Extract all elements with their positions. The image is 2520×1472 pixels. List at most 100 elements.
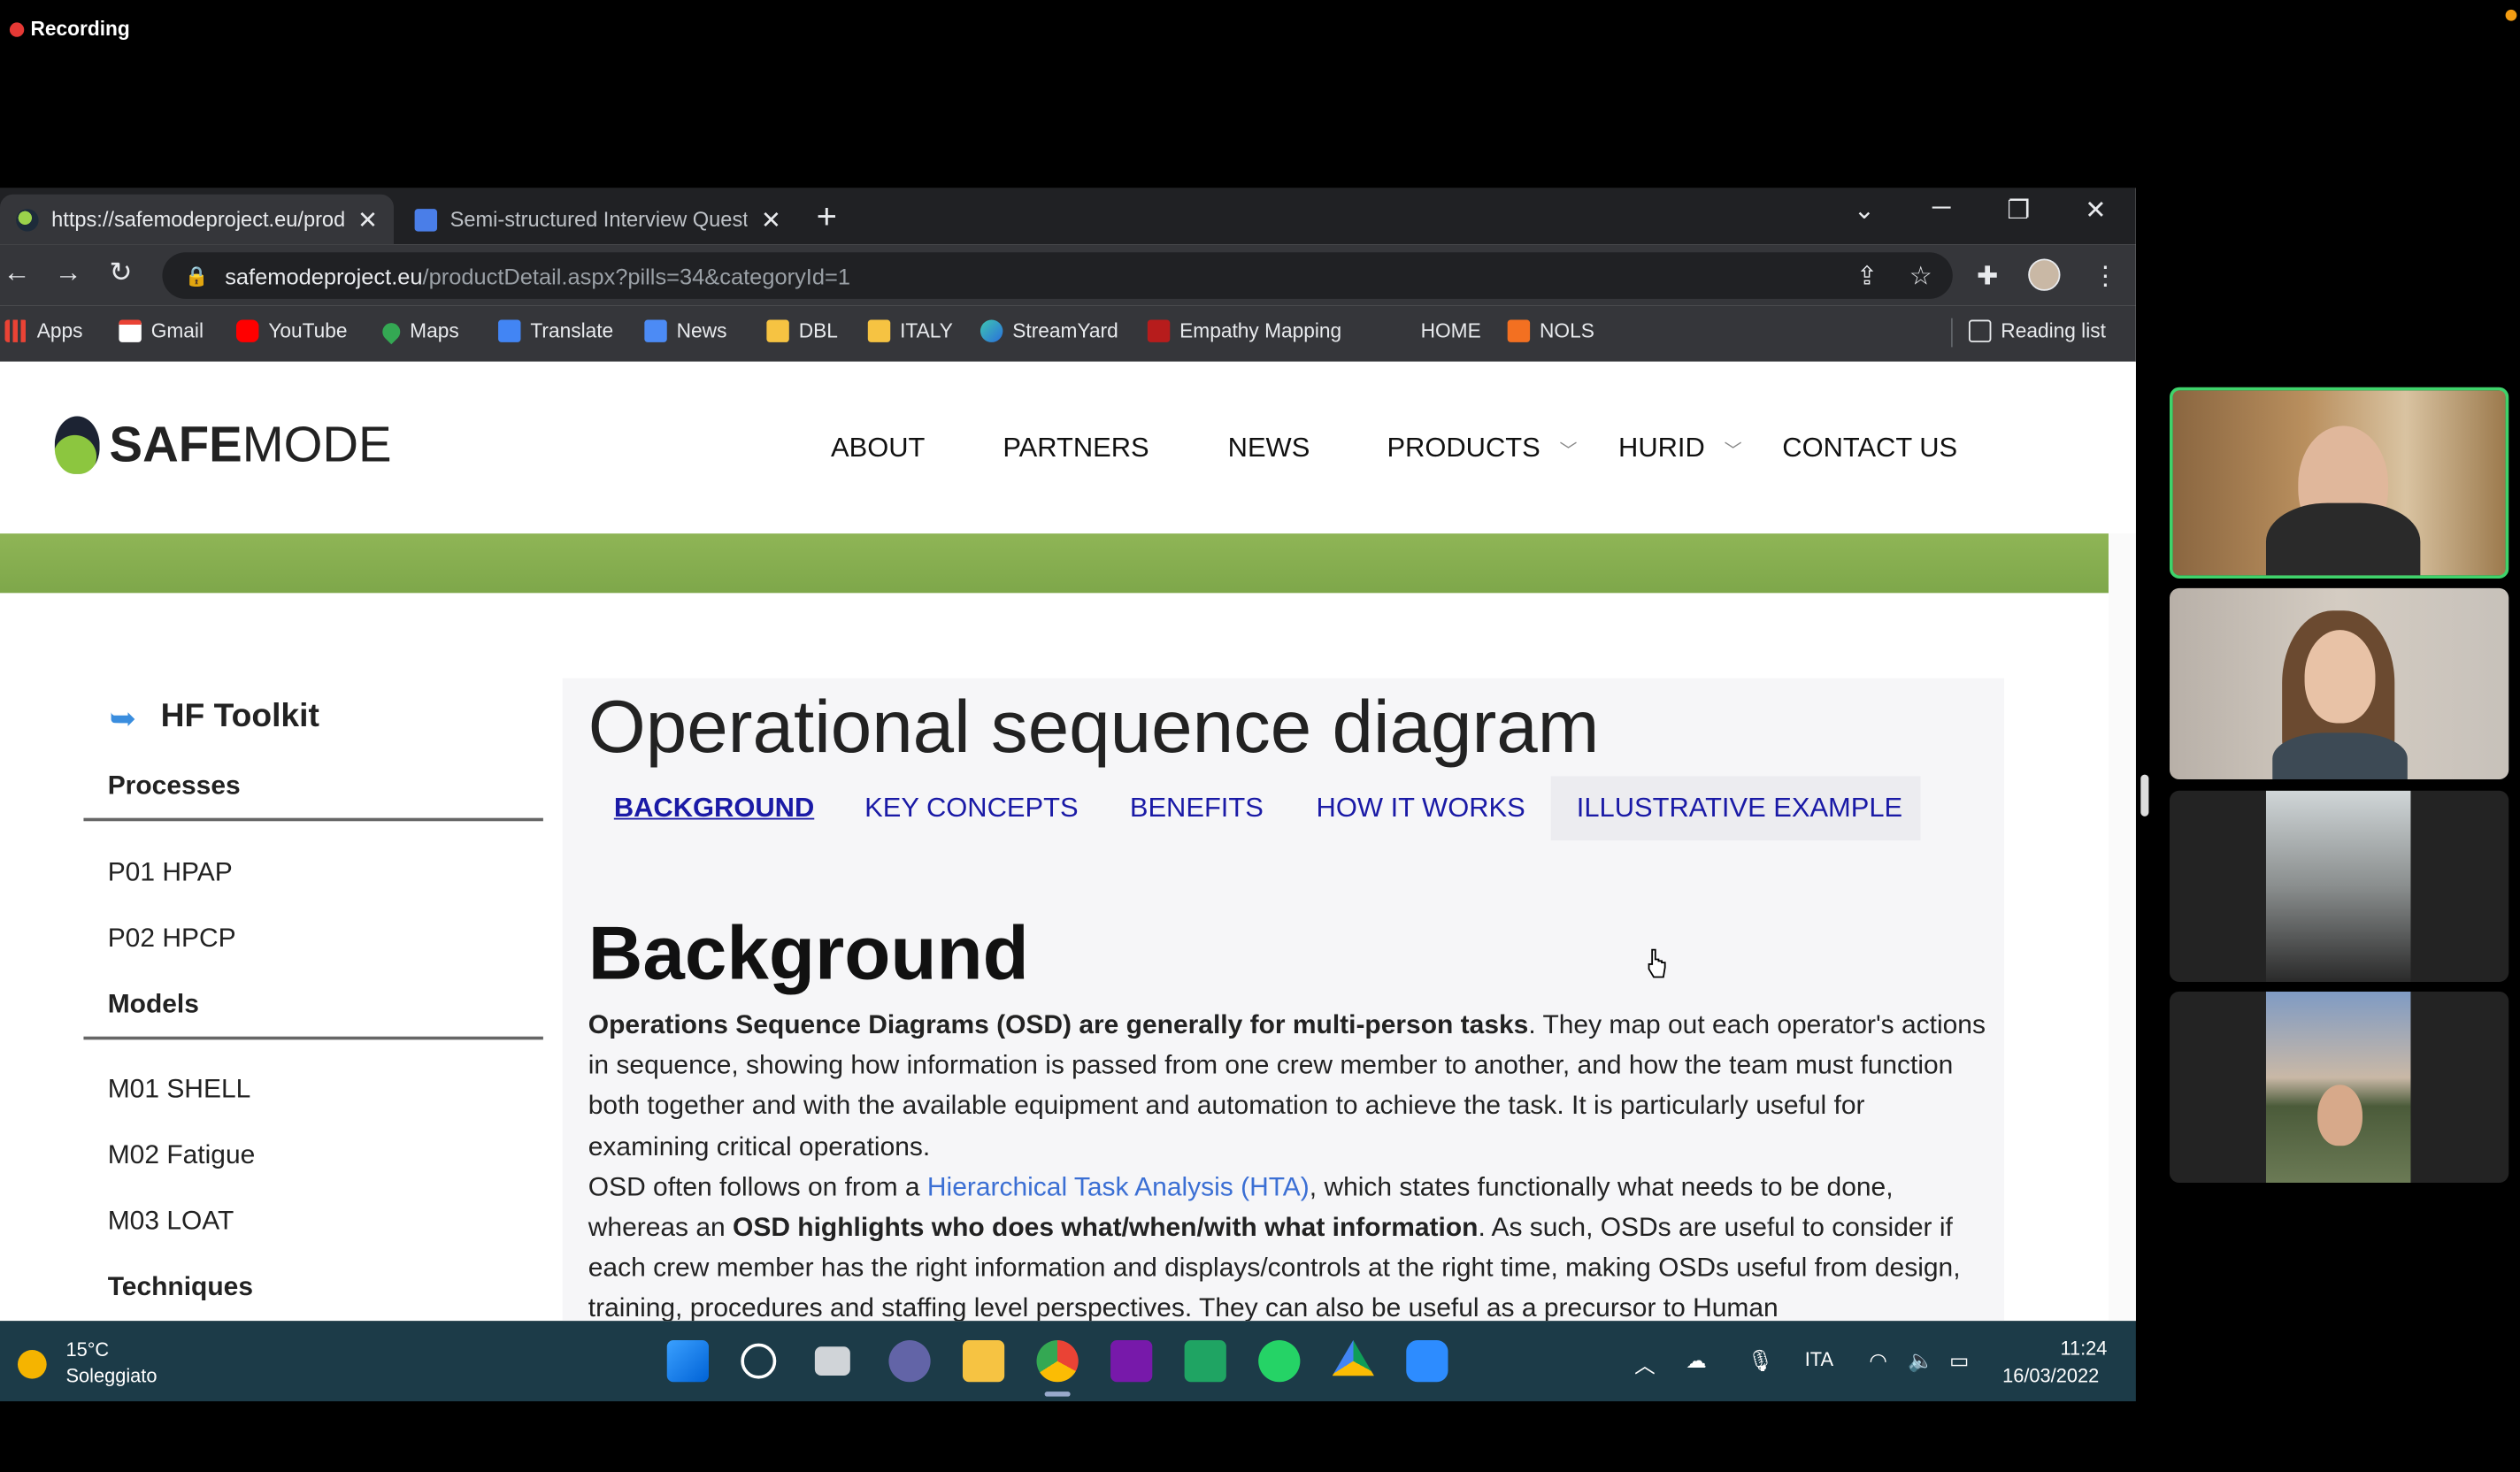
windows-taskbar: 15°C Soleggiato ︿ ☁ 🎙 ITA ◠ 🔈 ▭ 11:24 16… xyxy=(0,1321,2136,1402)
forward-icon[interactable]: → xyxy=(55,257,82,289)
safemode-logo[interactable]: SAFEMODE xyxy=(54,416,392,474)
back-arrow-icon[interactable]: ➥ xyxy=(110,699,136,739)
address-bar[interactable]: 🔒 safemodeproject.eu /productDetail.aspx… xyxy=(162,252,1953,299)
recording-indicator: Recording xyxy=(9,17,130,41)
sidebar-section-models[interactable]: Models xyxy=(108,990,199,1021)
menu-hurid[interactable]: HURID ﹀ xyxy=(1618,433,1742,464)
onedrive-icon[interactable]: ☁ xyxy=(1686,1348,1707,1374)
sidebar-item-p02-hpcp[interactable]: P02 HPCP xyxy=(108,924,236,955)
tab-key-concepts[interactable]: KEY CONCEPTS xyxy=(864,793,1078,824)
minimize-icon[interactable]: ─ xyxy=(1909,195,1974,224)
weather-temperature[interactable]: 15°C xyxy=(65,1338,109,1361)
bookmark-streamyard[interactable]: StreamYard xyxy=(980,319,1118,342)
bookmark-nols[interactable]: NOLS xyxy=(1507,319,1594,342)
p1-bold: Operations Sequence Diagrams (OSD) are g… xyxy=(588,1010,1529,1040)
sidebar-item-m01-shell[interactable]: M01 SHELL xyxy=(108,1075,251,1106)
web-page: SAFEMODE ABOUT PARTNERS NEWS PRODUCTS ﹀ H… xyxy=(0,361,2136,1322)
restore-icon[interactable]: ❐ xyxy=(1986,195,2051,226)
chevron-up-icon[interactable]: ︿ xyxy=(1634,1348,1656,1379)
clock-time[interactable]: 11:24 xyxy=(2060,1337,2107,1359)
extensions-icon[interactable]: ✚ xyxy=(1977,260,1998,292)
menu-contact-us[interactable]: CONTACT US xyxy=(1782,433,1957,464)
youtube-icon xyxy=(235,319,259,342)
teams-chat-icon[interactable] xyxy=(888,1340,931,1383)
participant-camera-feed xyxy=(2265,790,2411,982)
tab-benefits[interactable]: BENEFITS xyxy=(1130,793,1264,824)
windows-start-icon[interactable] xyxy=(666,1340,709,1383)
sun-icon[interactable] xyxy=(17,1349,47,1379)
bookmark-youtube[interactable]: YouTube xyxy=(235,319,348,342)
language-indicator[interactable]: ITA xyxy=(1805,1348,1833,1370)
menu-kebab-icon[interactable]: ⋮ xyxy=(2093,260,2118,292)
chevron-down-icon: ﹀ xyxy=(1724,441,1742,462)
profile-avatar[interactable] xyxy=(2028,258,2061,291)
sidebar-section-techniques[interactable]: Techniques xyxy=(108,1273,253,1304)
bookmark-gmail[interactable]: Gmail xyxy=(119,319,204,342)
page-title: Operational sequence diagram xyxy=(588,684,1600,769)
page-scrollbar[interactable] xyxy=(2108,533,2136,1322)
sidebar-item-m03-loat[interactable]: M03 LOAT xyxy=(108,1207,234,1238)
bookmark-news[interactable]: News xyxy=(644,319,726,342)
bookmark-dbl[interactable]: DBL xyxy=(766,319,838,342)
bookmark-translate[interactable]: Translate xyxy=(498,319,613,342)
share-icon[interactable]: ⇪ xyxy=(1856,260,1878,292)
notification-dot-icon xyxy=(2505,9,2517,21)
reading-list-button[interactable]: Reading list xyxy=(1968,319,2106,342)
tab-search-icon[interactable]: ⌄ xyxy=(1832,195,1897,226)
microphone-icon[interactable]: 🎙 xyxy=(1747,1348,1773,1374)
sidebar-item-p01-hpap[interactable]: P01 HPAP xyxy=(108,858,233,889)
participant-video-4[interactable] xyxy=(2170,991,2509,1184)
tab-safemode[interactable]: https://safemodeproject.eu/prod ✕ xyxy=(0,194,394,245)
back-icon[interactable]: ← xyxy=(4,257,31,289)
tab-illustrative-example[interactable]: ILLUSTRATIVE EXAMPLE xyxy=(1577,793,1902,824)
participant-video-3[interactable] xyxy=(2170,790,2509,982)
participant-body xyxy=(2265,502,2421,576)
panel-resize-handle[interactable] xyxy=(2140,774,2149,816)
recording-label: Recording xyxy=(30,17,130,41)
file-explorer-icon[interactable] xyxy=(962,1340,1005,1383)
url-path: /productDetail.aspx?pills=34&categoryId=… xyxy=(422,263,850,289)
tab-strip: https://safemodeproject.eu/prod ✕ Semi-s… xyxy=(0,188,2136,245)
close-window-icon[interactable]: ✕ xyxy=(2063,195,2128,226)
menu-about[interactable]: ABOUT xyxy=(831,433,925,464)
task-view-icon[interactable] xyxy=(814,1346,850,1376)
bookmark-apps[interactable]: Apps xyxy=(4,319,83,342)
hta-link[interactable]: Hierarchical Task Analysis (HTA) xyxy=(927,1173,1310,1202)
whatsapp-icon[interactable] xyxy=(1258,1340,1301,1383)
participant-body xyxy=(2272,732,2408,780)
browser-toolbar: ← → ↻ 🔒 safemodeproject.eu /productDetai… xyxy=(0,244,2136,306)
search-icon[interactable] xyxy=(741,1343,777,1379)
clock-date[interactable]: 16/03/2022 xyxy=(2002,1364,2099,1386)
bookmark-maps[interactable]: Maps xyxy=(379,318,459,344)
close-tab-icon[interactable]: ✕ xyxy=(357,205,378,234)
bookmark-home[interactable]: HOME xyxy=(1421,320,1481,342)
tab-docs[interactable]: Semi-structured Interview Questi ✕ xyxy=(398,195,796,244)
sidebar-title[interactable]: HF Toolkit xyxy=(161,697,319,736)
wifi-icon[interactable]: ◠ xyxy=(1869,1348,1887,1374)
green-banner xyxy=(0,533,2109,594)
menu-news[interactable]: NEWS xyxy=(1228,433,1310,464)
menu-partners[interactable]: PARTNERS xyxy=(1003,433,1149,464)
sidebar-section-processes[interactable]: Processes xyxy=(108,771,241,802)
google-drive-icon[interactable] xyxy=(1332,1340,1374,1376)
weather-description[interactable]: Soleggiato xyxy=(65,1364,157,1386)
zoom-icon[interactable] xyxy=(1406,1340,1448,1383)
participant-video-2[interactable] xyxy=(2170,587,2509,780)
volume-icon[interactable]: 🔈 xyxy=(1908,1348,1933,1374)
chrome-icon[interactable] xyxy=(1036,1340,1079,1383)
google-chat-icon[interactable] xyxy=(1184,1340,1226,1383)
reload-icon[interactable]: ↻ xyxy=(110,257,133,289)
tab-how-it-works[interactable]: HOW IT WORKS xyxy=(1317,793,1525,824)
section-divider xyxy=(83,1036,543,1040)
new-tab-icon[interactable]: + xyxy=(817,196,837,238)
bookmark-star-icon[interactable]: ☆ xyxy=(1909,260,1932,292)
bookmark-empathy-mapping[interactable]: Empathy Mapping xyxy=(1147,319,1341,342)
onenote-icon[interactable] xyxy=(1110,1340,1153,1383)
sidebar-item-m02-fatigue[interactable]: M02 Fatigue xyxy=(108,1141,256,1172)
bookmark-italy[interactable]: ITALY xyxy=(867,319,953,342)
battery-icon[interactable]: ▭ xyxy=(1949,1348,1969,1374)
menu-products[interactable]: PRODUCTS ﹀ xyxy=(1387,433,1577,464)
close-tab-icon[interactable]: ✕ xyxy=(761,205,781,234)
participant-video-1[interactable] xyxy=(2170,387,2509,579)
tab-background[interactable]: BACKGROUND xyxy=(614,793,814,824)
